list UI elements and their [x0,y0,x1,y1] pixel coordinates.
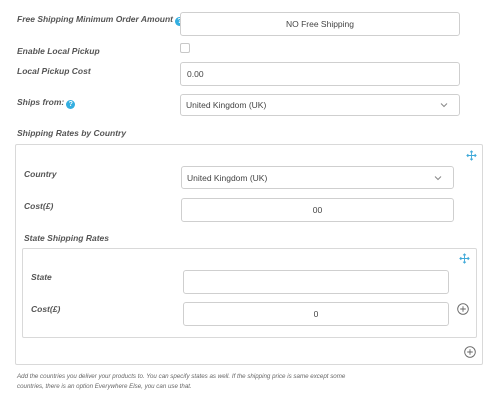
country-label: Country [24,169,57,179]
plus-circle-icon [457,303,469,315]
country-cost-value: 00 [312,205,323,215]
local-pickup-cost-input[interactable]: 0.00 [180,62,460,86]
add-state-button[interactable] [457,303,469,315]
country-value: United Kingdom (UK) [187,172,268,183]
ships-from-select[interactable]: United Kingdom (UK) [180,94,460,116]
enable-local-pickup-checkbox[interactable] [180,43,190,53]
country-cost-input[interactable]: 00 [181,198,454,222]
help-text: Add the countries you deliver your produ… [17,372,487,392]
add-country-button[interactable] [464,346,476,358]
move-icon[interactable] [459,253,470,264]
local-pickup-cost-value: 0.00 [187,69,204,79]
shipping-rates-label: Shipping Rates by Country [17,128,127,138]
help-text-line-1: Add the countries you deliver your produ… [17,373,346,380]
chevron-down-icon [434,175,442,180]
plus-circle-icon [464,346,476,358]
state-cost-value: 0 [313,309,319,319]
country-cost-label: Cost(£) [24,201,54,211]
state-rates-label: State Shipping Rates [24,233,110,243]
help-icon[interactable]: ? [66,100,76,109]
chevron-down-icon [440,103,448,108]
state-label: State [31,272,52,282]
local-pickup-cost-label: Local Pickup Cost [17,66,91,76]
state-input[interactable] [183,270,449,294]
ships-from-value: United Kingdom (UK) [186,100,267,110]
state-cost-input[interactable]: 0 [183,302,449,326]
help-text-line-2: countries, there is an option Everywhere… [17,383,192,390]
ships-from-label: Ships from:? [17,97,76,109]
enable-local-pickup-label: Enable Local Pickup [17,46,100,56]
state-cost-label: Cost(£) [31,304,61,314]
country-select[interactable]: United Kingdom (UK) [181,166,454,189]
free-shipping-value: NO Free Shipping [285,19,355,29]
free-shipping-label: Free Shipping Minimum Order Amount? [17,14,184,26]
free-shipping-input[interactable]: NO Free Shipping [180,12,460,36]
move-icon[interactable] [466,150,477,161]
